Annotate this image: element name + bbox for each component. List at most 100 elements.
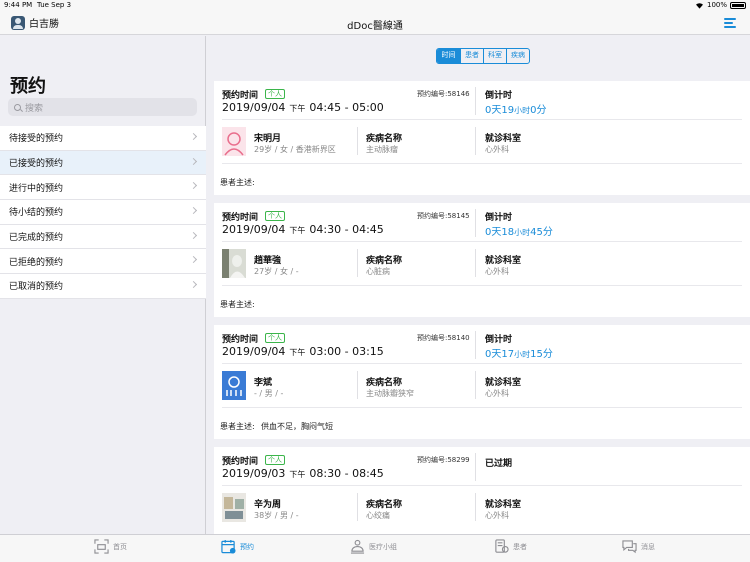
start-time: 03:00 [309, 345, 342, 358]
divider [222, 407, 742, 408]
department-value: 心外科 [485, 389, 509, 398]
countdown-value: 0天17小时15分 [485, 345, 553, 360]
time-label: 预约时间 [222, 213, 259, 223]
tab-home[interactable]: 首页 [94, 539, 127, 554]
date-text: 2019/09/04 [222, 101, 286, 114]
countdown-label: 倒计时 [485, 91, 513, 101]
sidebar-item-rejected[interactable]: 已拒绝的预约 [0, 249, 206, 275]
tab-bar: 首页 预约 医疗小组 患者 消息 [0, 534, 750, 562]
search-icon [14, 103, 21, 111]
filter-time[interactable]: 时间 [437, 49, 460, 63]
filter-segmented-control: 时间 患者 科室 疾病 [436, 48, 530, 64]
divider [475, 249, 476, 277]
countdown-label: 倒计时 [485, 335, 513, 345]
appointment-datetime: 2019/09/04 下午 04:45 - 05:00 [222, 101, 384, 114]
chevron-right-icon [189, 182, 198, 190]
divider [475, 493, 476, 521]
appointment-card[interactable]: 预约时间 个人 预约编号:58299 2019/09/03 下午 08:30 - 0… [214, 447, 750, 534]
appointment-card[interactable]: 预约时间 个人 预约编号:58146 2019/09/04 下午 04:45 - 0… [214, 81, 750, 195]
countdown-value: 0天19小时0分 [485, 101, 546, 116]
status-time: 9:44 PM [4, 1, 33, 9]
start-time: 08:30 [309, 467, 342, 480]
cd-days-unit: 天 [491, 105, 502, 116]
battery-icon [730, 1, 746, 9]
cd-minutes-unit: 分 [542, 349, 553, 360]
divider [475, 87, 476, 115]
disease-label: 疾病名称 [366, 256, 403, 266]
nav-bar: 白吉勝 dDoc醫線通 [0, 11, 750, 35]
patient-avatar [222, 493, 246, 522]
sidebar-item-cancelled[interactable]: 已取消的预约 [0, 274, 206, 299]
complaint-label: 患者主述: [220, 422, 255, 431]
order-number: 预约编号:58145 [417, 212, 470, 220]
time-label: 预约时间 [222, 457, 259, 467]
sidebar-item-pending[interactable]: 待接受的预约 [0, 126, 206, 151]
department-label: 就诊科室 [485, 378, 522, 388]
sidebar-item-label: 待小结的预约 [9, 208, 64, 219]
appointment-card[interactable]: 预约时间 个人 预约编号:58145 2019/09/04 下午 04:30 - 0… [214, 203, 750, 317]
chevron-right-icon [189, 256, 198, 264]
order-number: 预约编号:58146 [417, 90, 470, 98]
department-value: 心外科 [485, 145, 509, 154]
start-time: 04:30 [309, 223, 342, 236]
countdown-label: 倒计时 [485, 213, 513, 223]
appointment-card[interactable]: 预约时间 个人 预约编号:58140 2019/09/04 下午 03:00 - 0… [214, 325, 750, 439]
tab-patients[interactable]: 患者 [494, 539, 527, 554]
chevron-right-icon [189, 231, 198, 239]
start-time: 04:45 [309, 101, 342, 114]
date-text: 2019/09/04 [222, 223, 286, 236]
app-title: dDoc醫線通 [347, 21, 403, 32]
appointment-main: 时间 患者 科室 疾病 预约时间 个人 预约编号:58146 2019/09/0… [207, 36, 750, 534]
filter-department[interactable]: 科室 [483, 49, 506, 63]
divider [475, 209, 476, 237]
sidebar-title: 预约 [10, 76, 46, 97]
filter-patient[interactable]: 患者 [460, 49, 483, 63]
tab-messages[interactable]: 消息 [622, 539, 655, 554]
countdown-value: 0天18小时45分 [485, 223, 553, 238]
sidebar-item-label: 已取消的预约 [9, 282, 64, 293]
time-label: 预约时间 [222, 335, 259, 345]
department-label: 就诊科室 [485, 256, 522, 266]
status-bar: 9:44 PM Tue Sep 3 100% [0, 0, 750, 11]
cd-hours-unit: 小时 [514, 106, 531, 115]
divider [222, 119, 742, 120]
end-time: 04:45 [352, 223, 384, 236]
search-input[interactable]: 搜索 [8, 98, 197, 116]
tab-label: 预约 [240, 542, 254, 551]
appointment-datetime: 2019/09/03 下午 08:30 - 08:45 [222, 467, 384, 480]
disease-value: 心绞痛 [366, 511, 390, 520]
cd-days-unit: 天 [491, 349, 502, 360]
patient-name: 宋明月 [254, 134, 282, 144]
sidebar-item-in-progress[interactable]: 进行中的预约 [0, 175, 206, 201]
divider [222, 241, 742, 242]
divider [475, 371, 476, 399]
sidebar-item-completed[interactable]: 已完成的预约 [0, 225, 206, 250]
ampm-text: 下午 [289, 226, 306, 235]
tab-label: 首页 [113, 542, 127, 551]
end-time: 05:00 [352, 101, 384, 114]
chevron-right-icon [189, 207, 198, 215]
sidebar-item-accepted[interactable]: 已接受的预约 [0, 150, 206, 176]
chevron-right-icon [189, 281, 198, 289]
tab-medical-team[interactable]: 医疗小组 [350, 539, 397, 554]
personal-tag: 个人 [265, 333, 285, 343]
divider [357, 371, 358, 399]
disease-label: 疾病名称 [366, 134, 403, 144]
menu-icon[interactable] [724, 17, 736, 28]
cd-hours-unit: 小时 [514, 228, 531, 237]
patient-avatar [222, 127, 246, 156]
messages-icon [622, 540, 637, 554]
appointment-status-list: 待接受的预约 已接受的预约 进行中的预约 待小结的预约 已完成的预约 已拒绝的预… [0, 126, 206, 299]
order-number: 预约编号:58299 [417, 456, 470, 464]
divider [475, 453, 476, 481]
team-icon [350, 539, 365, 554]
department-value: 心外科 [485, 511, 509, 520]
divider [222, 163, 742, 164]
appointment-datetime: 2019/09/04 下午 04:30 - 04:45 [222, 223, 384, 236]
department-label: 就诊科室 [485, 500, 522, 510]
filter-disease[interactable]: 疾病 [506, 49, 529, 63]
tab-appointments[interactable]: 预约 [221, 539, 254, 554]
divider [475, 127, 476, 155]
sidebar-item-label: 已完成的预约 [9, 233, 64, 244]
sidebar-item-to-summarize[interactable]: 待小结的预约 [0, 200, 206, 225]
